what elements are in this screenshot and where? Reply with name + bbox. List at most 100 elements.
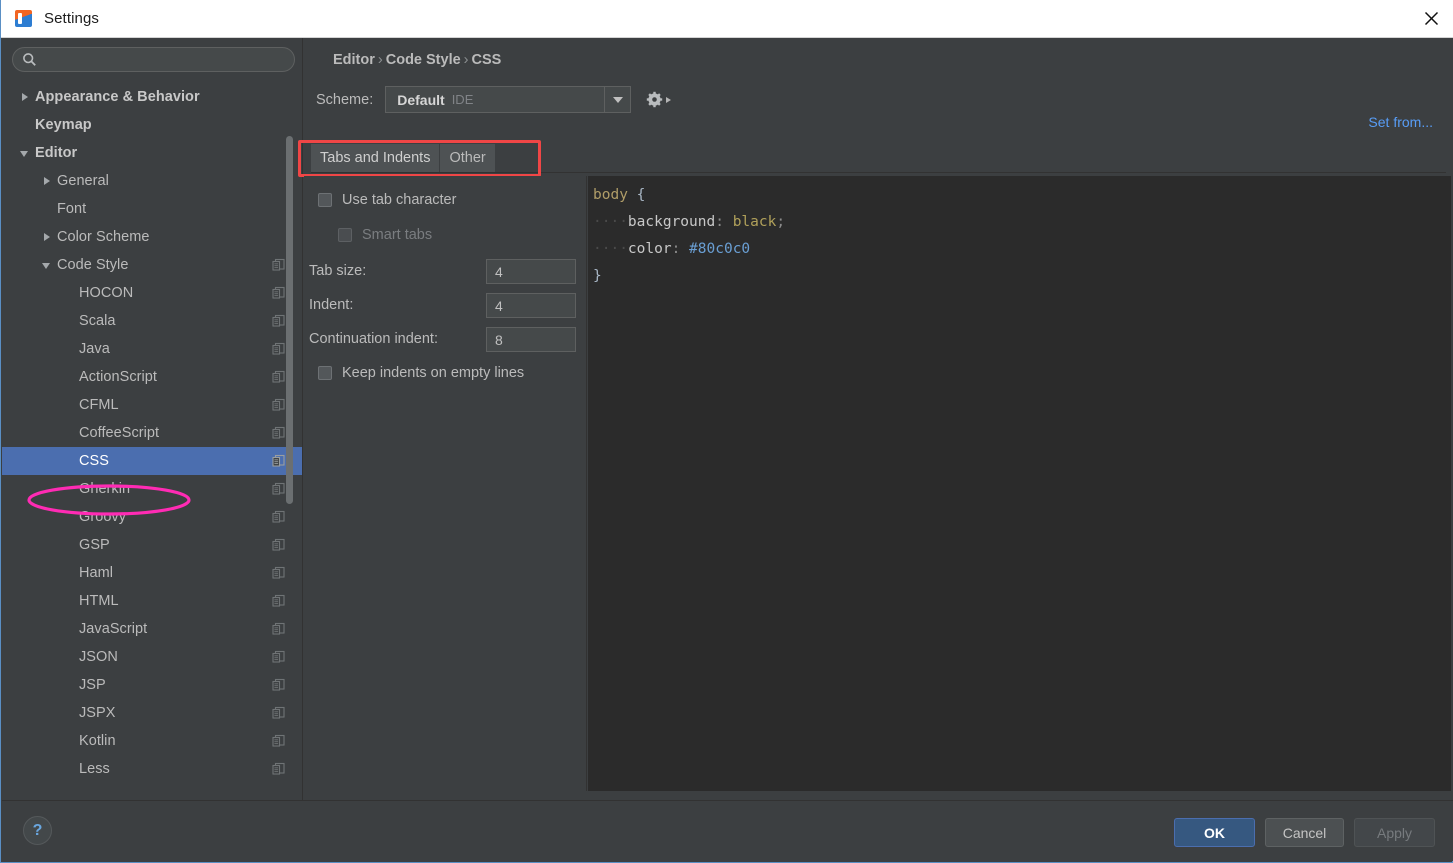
smart-tabs-label: Smart tabs — [362, 227, 433, 243]
sidebar-item-java[interactable]: Java — [2, 335, 302, 363]
option-use-tab-character[interactable]: Use tab character — [318, 192, 456, 208]
copy-scheme-icon[interactable] — [272, 678, 285, 692]
sidebar-item-color-scheme[interactable]: Color Scheme — [2, 223, 302, 251]
sidebar-scrollbar-thumb[interactable] — [286, 136, 293, 504]
sidebar-item-html[interactable]: HTML — [2, 587, 302, 615]
sidebar-item-cfml[interactable]: CFML — [2, 391, 302, 419]
sidebar-item-label: Keymap — [35, 117, 92, 133]
sidebar-item-label: ActionScript — [79, 369, 157, 385]
search-input[interactable] — [37, 48, 294, 71]
ok-button[interactable]: OK — [1174, 818, 1255, 847]
use-tab-character-checkbox[interactable] — [318, 193, 332, 207]
sidebar-item-coffeescript[interactable]: CoffeeScript — [2, 419, 302, 447]
close-icon[interactable] — [1408, 0, 1453, 37]
copy-scheme-icon[interactable] — [272, 594, 285, 608]
code-token: body — [593, 187, 628, 203]
sidebar-item-actionscript[interactable]: ActionScript — [2, 363, 302, 391]
copy-scheme-icon[interactable] — [272, 286, 285, 300]
sidebar-item-label: HOCON — [79, 285, 134, 301]
sidebar-item-label: Kotlin — [79, 733, 116, 749]
chevron-expanded-icon[interactable] — [18, 146, 32, 160]
tab-other[interactable]: Other — [440, 144, 495, 172]
sidebar-item-css[interactable]: CSS — [2, 447, 302, 475]
sidebar-item-code-style[interactable]: Code Style — [2, 251, 302, 279]
sidebar-item-label: Scala — [79, 313, 116, 329]
tab-tabs-and-indents[interactable]: Tabs and Indents — [311, 144, 440, 172]
breadcrumb-separator: › — [463, 52, 469, 68]
settings-tree[interactable]: Appearance & Behavior Keymap Editor General… — [2, 83, 302, 800]
copy-scheme-icon[interactable] — [272, 734, 285, 748]
copy-scheme-icon[interactable] — [272, 314, 285, 328]
tab-size-input[interactable] — [486, 259, 576, 284]
use-tab-character-label: Use tab character — [342, 192, 457, 208]
copy-scheme-icon[interactable] — [272, 510, 285, 524]
apply-button[interactable]: Apply — [1354, 818, 1435, 847]
copy-scheme-icon[interactable] — [272, 650, 285, 664]
continuation-indent-label-row: Continuation indent: — [309, 331, 438, 347]
gear-glyph — [647, 91, 663, 108]
sidebar-item-gsp[interactable]: GSP — [2, 531, 302, 559]
sidebar-item-general[interactable]: General — [2, 167, 302, 195]
chevron-expanded-icon[interactable] — [40, 258, 54, 272]
sidebar-item-less[interactable]: Less — [2, 755, 302, 783]
sidebar-item-haml[interactable]: Haml — [2, 559, 302, 587]
sidebar-item-label: Groovy — [79, 509, 127, 525]
continuation-indent-input[interactable] — [486, 327, 576, 352]
sidebar-item-jsp[interactable]: JSP — [2, 671, 302, 699]
search-box[interactable] — [12, 47, 295, 72]
code-token: ; — [776, 214, 786, 230]
sidebar-item-gherkin[interactable]: Gherkin — [2, 475, 302, 503]
sidebar-item-kotlin[interactable]: Kotlin — [2, 727, 302, 755]
sidebar-item-font[interactable]: Font — [2, 195, 302, 223]
help-question-icon[interactable]: ? — [23, 816, 52, 845]
copy-scheme-icon[interactable] — [272, 622, 285, 636]
chevron-collapsed-icon[interactable] — [40, 230, 54, 244]
chevron-collapsed-icon[interactable] — [40, 174, 54, 188]
gear-icon[interactable] — [646, 91, 672, 108]
sidebar-item-editor[interactable]: Editor — [2, 139, 302, 167]
copy-scheme-icon[interactable] — [272, 482, 285, 496]
breadcrumb-segment: CSS — [471, 52, 502, 68]
copy-scheme-icon[interactable] — [272, 426, 285, 440]
sidebar-item-hocon[interactable]: HOCON — [2, 279, 302, 307]
intellij-idea-icon — [15, 10, 32, 27]
sidebar-item-jspx[interactable]: JSPX — [2, 699, 302, 727]
sidebar-item-javascript[interactable]: JavaScript — [2, 615, 302, 643]
sidebar-item-label: JSON — [79, 649, 118, 665]
copy-scheme-icon[interactable] — [272, 566, 285, 580]
window-title: Settings — [44, 10, 99, 27]
copy-scheme-icon[interactable] — [272, 706, 285, 720]
set-from-link[interactable]: Set from... — [1368, 114, 1433, 130]
copy-scheme-icon[interactable] — [272, 538, 285, 552]
cancel-button[interactable]: Cancel — [1265, 818, 1344, 847]
keep-indents-checkbox[interactable] — [318, 366, 332, 380]
scheme-selected-value: Default — [397, 91, 445, 108]
sidebar-item-label: JSP — [79, 677, 106, 693]
sidebar-item-json[interactable]: JSON — [2, 643, 302, 671]
copy-scheme-icon[interactable] — [272, 762, 285, 776]
scheme-label: Scheme: — [316, 91, 374, 108]
copy-scheme-icon[interactable] — [272, 370, 285, 384]
chevron-collapsed-icon[interactable] — [18, 90, 32, 104]
chevron-down-icon[interactable] — [604, 87, 630, 112]
sidebar-scrollbar-track[interactable] — [286, 86, 298, 798]
copy-scheme-icon[interactable] — [272, 398, 285, 412]
indent-input[interactable] — [486, 293, 576, 318]
copy-scheme-icon[interactable] — [272, 258, 285, 272]
scheme-combobox[interactable]: Default IDE — [385, 86, 632, 113]
sidebar-item-groovy[interactable]: Groovy — [2, 503, 302, 531]
sidebar-item-keymap[interactable]: Keymap — [2, 111, 302, 139]
copy-scheme-icon[interactable] — [272, 342, 285, 356]
code-token: } — [593, 268, 602, 284]
sidebar-item-appearance-behavior[interactable]: Appearance & Behavior — [2, 83, 302, 111]
sidebar-item-label: Haml — [79, 565, 114, 581]
option-keep-indents[interactable]: Keep indents on empty lines — [318, 365, 524, 381]
code-line: body { — [593, 182, 1451, 209]
copy-scheme-icon[interactable] — [272, 454, 285, 468]
sidebar-item-scala[interactable]: Scala — [2, 307, 302, 335]
code-preview-pane[interactable]: body {····background: black; ····color: #… — [588, 176, 1451, 791]
breadcrumb-segment: Editor — [333, 52, 375, 68]
